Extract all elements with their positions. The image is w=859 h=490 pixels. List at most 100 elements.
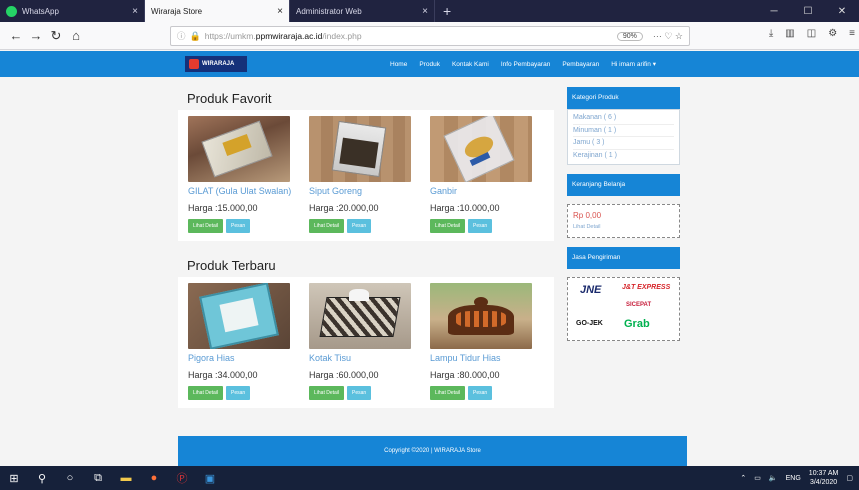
product-image-snack-bag[interactable]	[188, 116, 290, 182]
task-view-icon[interactable]: ⧉	[84, 466, 112, 490]
order-button[interactable]: Pesan	[468, 386, 493, 400]
detail-button[interactable]: Lihat Detail	[309, 386, 345, 400]
product-price: Harga :20.000,00	[309, 203, 379, 213]
url-bar[interactable]: ⓘ 🔒 https://umkm. ppmwiraraja.ac.id/index…	[170, 26, 690, 46]
order-button[interactable]: Pesan	[347, 386, 372, 400]
product-card: Kotak Tisu Harga :60.000,00 Lihat Detail…	[309, 283, 430, 400]
cart-detail-link[interactable]: Lihat Detail	[573, 224, 674, 230]
detail-button[interactable]: Lihat Detail	[188, 219, 224, 233]
tab-whatsapp[interactable]: WhatsApp ×	[0, 0, 145, 22]
notification-icon[interactable]: ▢	[846, 474, 853, 482]
tab-title: Wiraraja Store	[151, 6, 203, 16]
browser-toolbar: ← → ↻ ⌂ ⓘ 🔒 https://umkm. ppmwiraraja.ac.…	[0, 22, 859, 50]
jne-logo: JNE	[580, 284, 602, 296]
menu-item-kontak[interactable]: Kontak Kami	[452, 61, 489, 68]
product-name[interactable]: Pigora Hias	[188, 353, 309, 366]
tab-administrator-web[interactable]: Administrator Web ×	[290, 0, 435, 22]
product-image-tissue-box[interactable]	[309, 283, 411, 349]
photos-icon[interactable]: ▣	[196, 466, 224, 490]
start-icon[interactable]: ⊞	[0, 466, 28, 490]
page-actions-icon[interactable]: ··· ♡ ☆	[653, 31, 683, 42]
product-name[interactable]: Lampu Tidur Hias	[430, 353, 551, 366]
order-button[interactable]: Pesan	[226, 219, 251, 233]
file-explorer-icon[interactable]: ▬	[112, 466, 140, 490]
product-name[interactable]: Ganbir	[430, 186, 551, 199]
order-button[interactable]: Pesan	[226, 386, 251, 400]
site-footer: Copyright ©2020 | WIRARAJA Store	[178, 436, 687, 466]
product-price: Harga :60.000,00	[309, 370, 379, 380]
library-icon[interactable]: ▥	[785, 28, 794, 39]
menu-item-home[interactable]: Home	[390, 61, 407, 68]
tray-chevron-icon[interactable]: ⌃	[740, 474, 746, 482]
language-indicator[interactable]: ENG	[786, 475, 801, 482]
search-icon[interactable]: ⚲	[28, 466, 56, 490]
product-price: Harga :15.000,00	[188, 203, 258, 213]
close-window-icon[interactable]: ✕	[825, 6, 859, 17]
product-image-snail-bag[interactable]	[309, 116, 411, 182]
forward-icon[interactable]: →	[26, 28, 46, 43]
product-name[interactable]: Kotak Tisu	[309, 353, 430, 366]
clock[interactable]: 10:37 AM 3/4/2020	[809, 469, 839, 487]
menu-item-produk[interactable]: Produk	[419, 61, 440, 68]
site-menu: Home Produk Kontak Kami Info Pembayaran …	[390, 51, 656, 77]
product-name[interactable]: Siput Goreng	[309, 186, 430, 199]
url-domain: ppmwiraraja.ac.id	[255, 31, 323, 41]
category-item-kerajinan[interactable]: Kerajinan ( 1 )	[573, 150, 674, 163]
close-icon[interactable]: ×	[277, 6, 283, 17]
product-image-lamp[interactable]	[430, 283, 532, 349]
maximize-icon[interactable]: ☐	[791, 6, 825, 17]
back-icon[interactable]: ←	[6, 28, 26, 43]
minimize-icon[interactable]: ─	[757, 6, 791, 17]
menu-icon[interactable]: ≡	[849, 28, 855, 39]
menu-item-info-pembayaran[interactable]: Info Pembayaran	[501, 61, 551, 68]
logo-mark-icon	[189, 59, 199, 69]
menu-item-pembayaran[interactable]: Pembayaran	[562, 61, 599, 68]
product-image-frame[interactable]	[188, 283, 290, 349]
product-image-ganbir[interactable]	[430, 116, 532, 182]
sicepat-logo: SICEPAT	[626, 302, 652, 308]
download-icon[interactable]: ⤓	[769, 28, 773, 39]
category-header: Kategori Produk	[567, 87, 680, 109]
category-item-makanan[interactable]: Makanan ( 6 )	[573, 112, 674, 125]
section-title-terbaru: Produk Terbaru	[187, 258, 276, 273]
extension-icon[interactable]: ⚙	[828, 28, 837, 39]
volume-icon[interactable]: 🔈	[769, 474, 778, 482]
cart-header: Keranjang Belanja	[567, 174, 680, 196]
category-item-jamu[interactable]: Jamu ( 3 )	[573, 137, 674, 150]
tab-wiraraja-store[interactable]: Wiraraja Store ×	[145, 0, 290, 22]
order-button[interactable]: Pesan	[468, 219, 493, 233]
info-icon[interactable]: ⓘ	[177, 30, 186, 42]
windows-taskbar: ⊞ ⚲ ○ ⧉ ▬ ● Ⓟ ▣ ⌃ ▭ 🔈 ENG 10:37 AM 3/4/2…	[0, 466, 859, 490]
tab-title: Administrator Web	[296, 6, 362, 16]
shipping-header: Jasa Pengiriman	[567, 247, 680, 269]
menu-item-user[interactable]: Hi imam arifin ▾	[611, 60, 656, 68]
product-name[interactable]: GILAT (Gula Ulat Swalan)	[188, 186, 309, 199]
reload-icon[interactable]: ↻	[46, 28, 66, 44]
jnt-logo: J&T EXPRESS	[622, 284, 671, 291]
new-tab-button[interactable]: +	[435, 0, 459, 22]
detail-button[interactable]: Lihat Detail	[188, 386, 224, 400]
zoom-indicator[interactable]: 90%	[616, 31, 643, 41]
firefox-icon[interactable]: ●	[140, 466, 168, 490]
detail-button[interactable]: Lihat Detail	[309, 219, 345, 233]
gojek-logo: GO-JEK	[576, 320, 603, 327]
main-content: Produk Favorit GILAT (Gula Ulat Swalan) …	[178, 88, 554, 408]
detail-button[interactable]: Lihat Detail	[430, 386, 466, 400]
close-icon[interactable]: ×	[422, 6, 428, 17]
site-navbar: WIRARAJA Home Produk Kontak Kami Info Pe…	[0, 51, 859, 77]
network-icon[interactable]: ▭	[754, 474, 761, 482]
close-icon[interactable]: ×	[132, 6, 138, 17]
cortana-icon[interactable]: ○	[56, 466, 84, 490]
category-item-minuman[interactable]: Minuman ( 1 )	[573, 125, 674, 137]
sidebar-icon[interactable]: ◫	[807, 28, 816, 39]
product-card: Ganbir Harga :10.000,00 Lihat Detail Pes…	[430, 116, 551, 233]
clock-time: 10:37 AM	[808, 470, 839, 477]
detail-button[interactable]: Lihat Detail	[430, 219, 466, 233]
home-icon[interactable]: ⌂	[66, 28, 86, 43]
cart-box: Rp 0,00 Lihat Detail	[567, 204, 680, 238]
order-button[interactable]: Pesan	[347, 219, 372, 233]
app-p-icon[interactable]: Ⓟ	[168, 466, 196, 490]
logo-text: WIRARAJA	[202, 61, 235, 67]
site-logo[interactable]: WIRARAJA	[185, 56, 247, 72]
product-card: Siput Goreng Harga :20.000,00 Lihat Deta…	[309, 116, 430, 233]
